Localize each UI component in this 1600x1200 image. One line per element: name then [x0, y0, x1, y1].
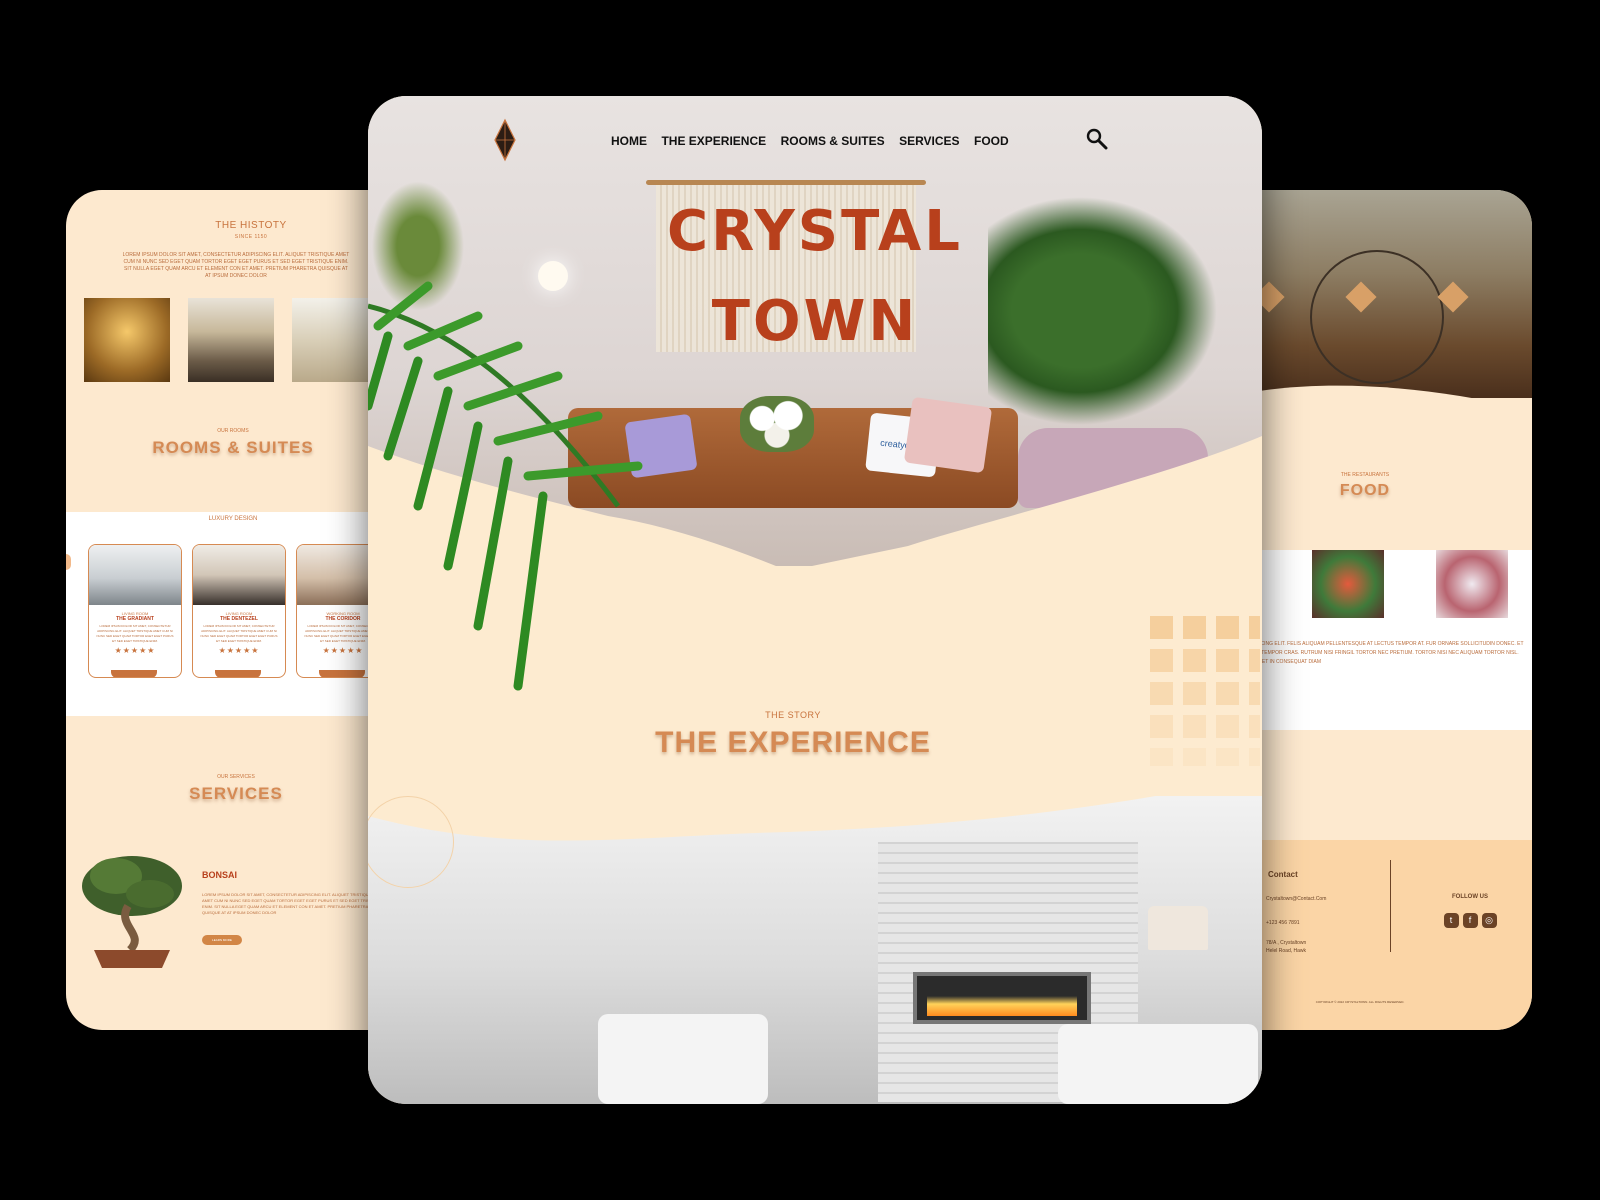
- room-card[interactable]: LIVING ROOM THE DENTEZEL LOREM IPSUM DOL…: [192, 544, 286, 678]
- room-book-button[interactable]: [111, 670, 157, 677]
- room-rating: ★★★★★: [218, 646, 260, 655]
- room-text: LOREM IPSUM DOLOR SIT AMET, CONSECTETUR …: [96, 624, 174, 643]
- room-rating: ★★★★★: [114, 646, 156, 655]
- fire: [927, 996, 1077, 1016]
- facebook-icon[interactable]: f: [1462, 913, 1478, 928]
- room-book-button[interactable]: [215, 670, 261, 677]
- floor-lamp: [1148, 906, 1208, 950]
- follow-title: FOLLOW US: [1452, 894, 1488, 900]
- room-text: LOREM IPSUM DOLOR SIT AMET, CONSECTETUR …: [200, 624, 278, 643]
- history-photo-ceiling: [84, 298, 170, 382]
- learn-more-button[interactable]: LEARN MORE: [202, 935, 242, 945]
- twitter-icon[interactable]: t: [1443, 913, 1459, 928]
- contact-phone[interactable]: +123 456 7891: [1266, 920, 1300, 926]
- hero-title-line1: CRYSTAL: [667, 199, 963, 264]
- round-mirror: [1310, 250, 1444, 384]
- history-photo-hall: [188, 298, 274, 382]
- room-book-button[interactable]: [319, 670, 365, 677]
- room-card[interactable]: LIVING ROOM THE GRADIANT LOREM IPSUM DOL…: [88, 544, 182, 678]
- food-photo: [1312, 550, 1384, 618]
- food-title: FOOD: [1339, 482, 1391, 499]
- diamond-logo-icon[interactable]: [493, 118, 517, 162]
- nav-home[interactable]: HOME: [611, 134, 647, 148]
- contact-address-line2: Helel Road, Hawk: [1266, 948, 1307, 954]
- hanging-rod: [646, 180, 926, 185]
- services-kicker: OUR SERVICES: [217, 774, 255, 780]
- story-kicker: THE STORY: [765, 710, 821, 720]
- search-icon[interactable]: [1086, 128, 1108, 150]
- nav-food[interactable]: FOOD: [974, 134, 1009, 148]
- bonsai-title: BONSAI: [202, 870, 238, 880]
- hero-title-line2: TOWN: [711, 289, 919, 354]
- nav-rooms-suites[interactable]: ROOMS & SUITES: [781, 134, 885, 148]
- luxury-label: LUXURY DESIGN: [208, 516, 258, 522]
- nav-experience[interactable]: THE EXPERIENCE: [661, 134, 766, 148]
- white-armchair: [598, 1014, 768, 1104]
- history-photo-palace: [292, 298, 378, 382]
- rooms-title: ROOMS & SUITES: [152, 438, 314, 457]
- bonsai-image: [82, 856, 182, 968]
- copyright: COPYRIGHT © 2022 CRYSTALTOWN. ALL RIGHTS…: [1315, 1000, 1405, 1004]
- experience-title: THE EXPERIENCE: [655, 726, 931, 759]
- nav-services[interactable]: SERVICES: [899, 134, 959, 148]
- main-nav: HOME THE EXPERIENCE ROOMS & SUITES SERVI…: [606, 132, 1014, 150]
- bonsai-text: LOREM IPSUM DOLOR SIT AMET, CONSECTETUR …: [202, 892, 382, 915]
- carousel-prev-handle[interactable]: [66, 554, 71, 570]
- white-sofa: [1058, 1024, 1258, 1104]
- social-links: t f ◎: [1420, 910, 1520, 928]
- restaurants-kicker: THE RESTAURANTS: [1340, 472, 1390, 478]
- room-photo: [193, 545, 285, 605]
- footer-divider: [1390, 860, 1391, 952]
- instagram-icon[interactable]: ◎: [1481, 913, 1497, 928]
- home-page-preview: creatyoskin HOME THE EXPERIENCE ROOMS & …: [368, 96, 1262, 1104]
- contact-email[interactable]: Crystaltown@Contact.Com: [1266, 896, 1326, 902]
- food-photo: [1436, 550, 1508, 618]
- rooms-kicker: OUR ROOMS: [217, 428, 249, 434]
- services-title: SERVICES: [189, 784, 283, 803]
- room-photo: [89, 545, 181, 605]
- history-text: LOREM IPSUM DOLOR SIT AMET, CONSECTETUR …: [122, 252, 350, 279]
- contact-address-line1: 78/A , Crystaltown: [1266, 940, 1307, 946]
- fireplace: [913, 972, 1091, 1024]
- contact-title: Contact: [1268, 870, 1298, 879]
